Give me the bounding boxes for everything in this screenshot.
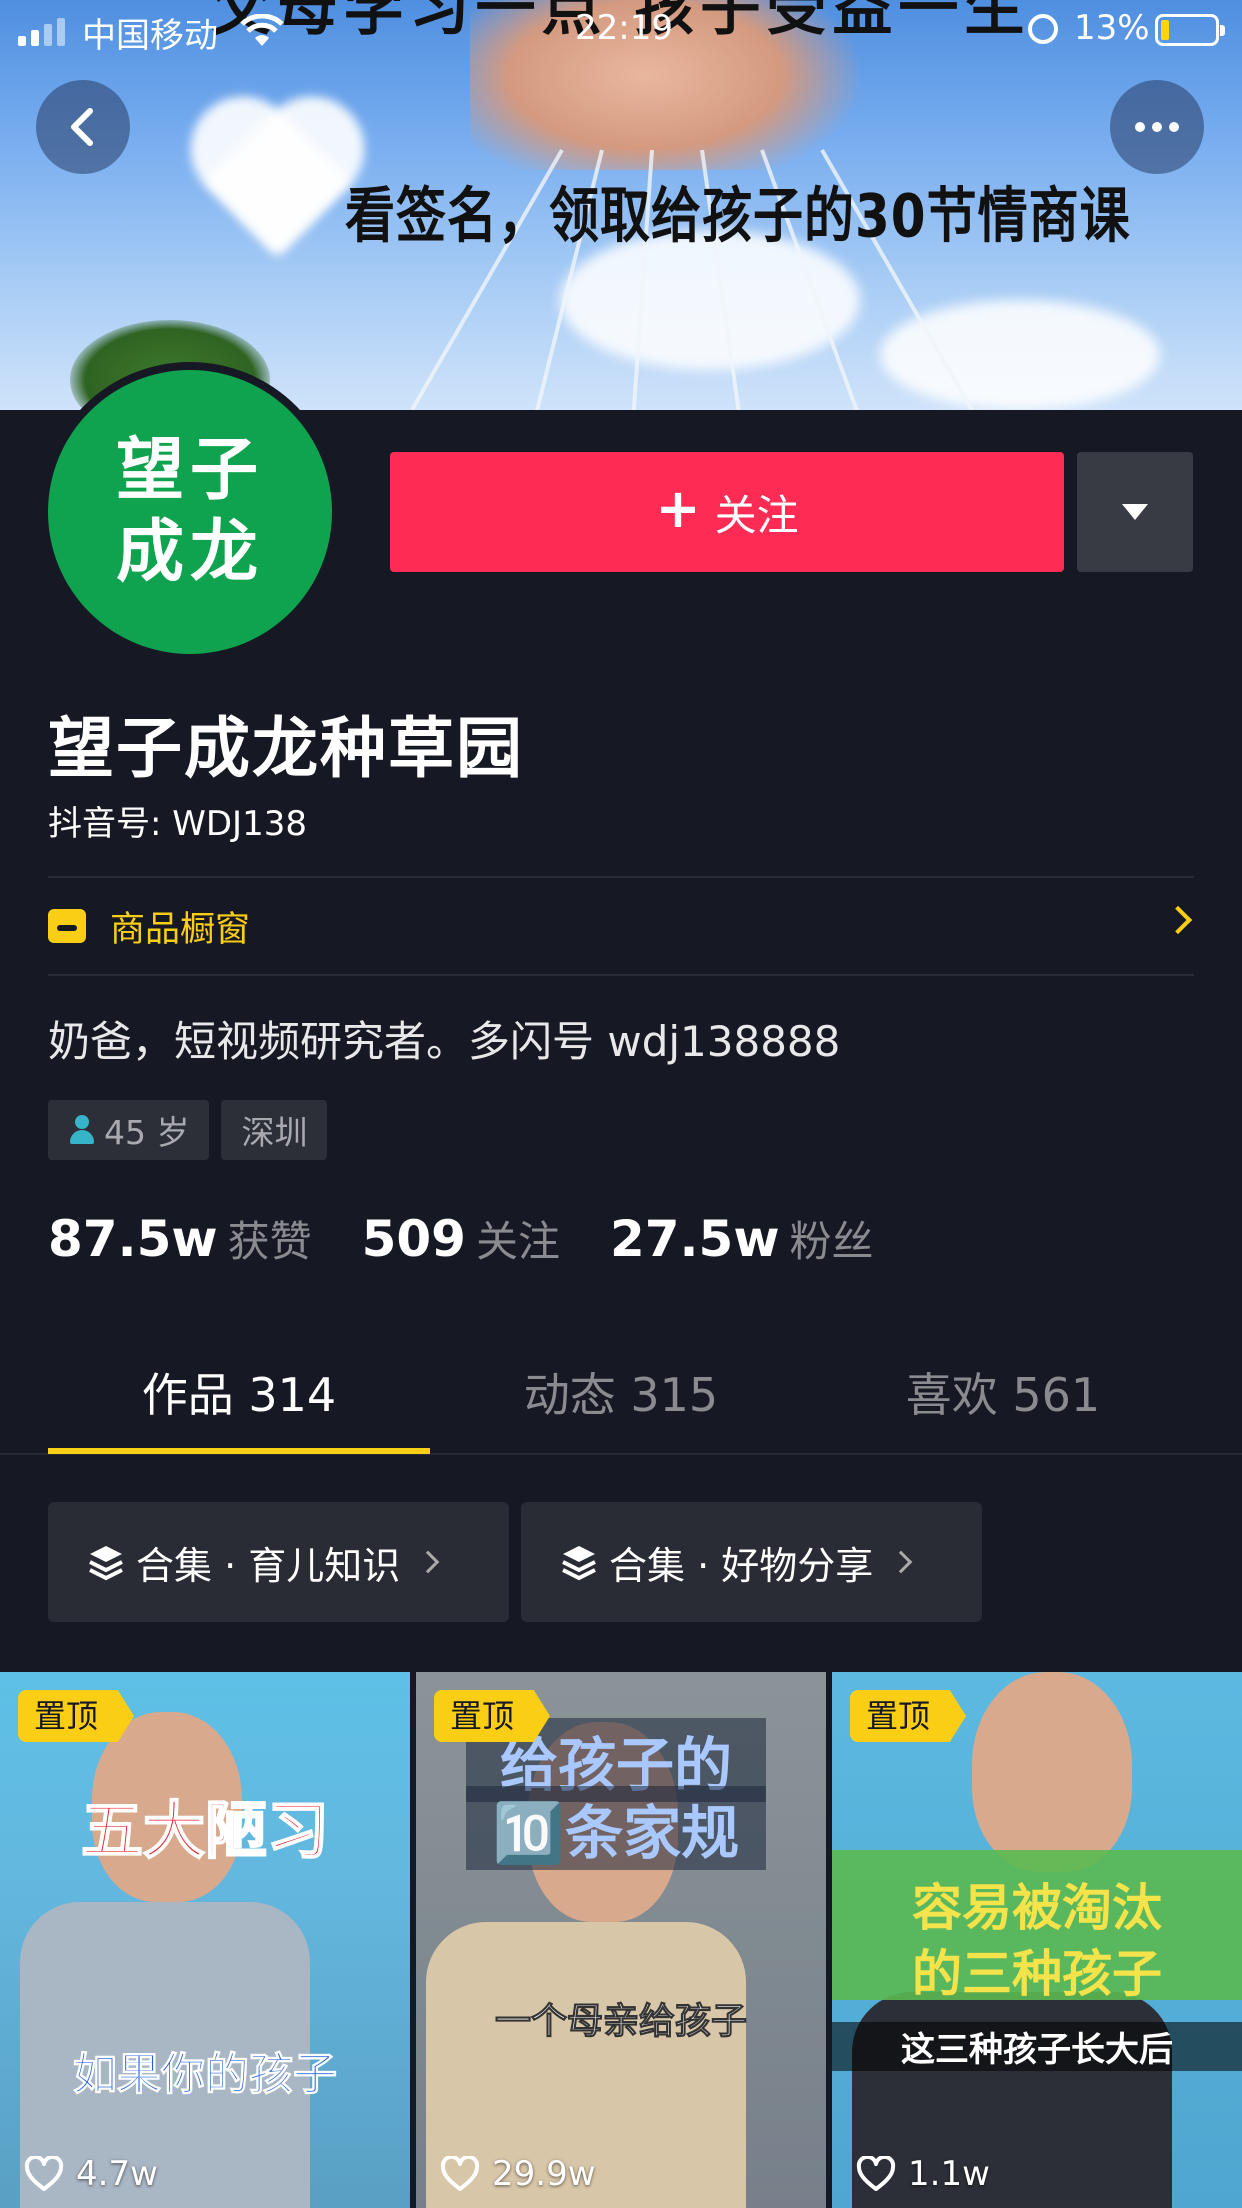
collection-goods[interactable]: 合集 · 好物分享: [521, 1502, 982, 1622]
heart-icon: [440, 2156, 480, 2191]
layers-icon: [89, 1546, 123, 1581]
collection-label: 合集 · 好物分享: [609, 1543, 874, 1588]
video-caption-extra: 这三种孩子长大后: [832, 2022, 1242, 2071]
collection-parenting[interactable]: 合集 · 育儿知识: [48, 1502, 509, 1622]
shop-icon: [48, 909, 86, 943]
video-caption-extra: 一个母亲给孩子: [494, 2001, 747, 2043]
collections-row: 合集 · 育儿知识 合集 · 好物分享: [48, 1502, 982, 1622]
profile-banner: 父母学习一点 孩子受益一生 看签名，领取给孩子的30节情商课: [0, 0, 1242, 410]
more-options-button[interactable]: [1110, 80, 1204, 174]
plus-icon: +: [655, 477, 701, 540]
likes-label[interactable]: 获赞: [228, 1208, 312, 1269]
video-grid: 五大陋习 如果你的孩子 置顶 4.7w 给孩子的 🔟条家规 一个母亲给孩子 置顶…: [0, 1672, 1242, 2208]
banner-subtitle: 看签名，领取给孩子的30节情商课: [345, 181, 1131, 251]
follow-label: 关注: [714, 490, 799, 540]
recommend-dropdown-button[interactable]: [1077, 452, 1193, 572]
video-thumbnail[interactable]: 容易被淘汰 的三种孩子 这三种孩子长大后 置顶 1.1w: [832, 1672, 1242, 2208]
followers-count[interactable]: 27.5w: [610, 1210, 780, 1268]
profile-tabs: 作品 314 动态 315 喜欢 561: [48, 1340, 1194, 1450]
carrier-name: 中国移动: [82, 16, 218, 56]
video-caption-sub: 如果你的孩子: [73, 2049, 338, 2101]
video-likes: 4.7w: [24, 2154, 158, 2194]
likes-count-label: 4.7w: [76, 2154, 158, 2194]
shop-window-row[interactable]: 商品橱窗: [48, 878, 1194, 974]
active-tab-indicator: [48, 1448, 430, 1454]
chevron-right-icon: [889, 1550, 913, 1574]
video-caption-title: 五大陋习: [80, 1793, 330, 1868]
status-time: 22:19: [575, 8, 673, 48]
status-bar: 中国移动 22:19 13%: [0, 0, 1242, 60]
avatar[interactable]: 望子 成龙: [48, 370, 332, 654]
more-dots-icon: [1135, 122, 1179, 132]
battery-icon: [1155, 14, 1225, 46]
tab-activity[interactable]: 动态 315: [430, 1340, 812, 1450]
likes-count-label: 29.9w: [492, 2154, 596, 2194]
caret-down-icon: [1122, 504, 1148, 520]
city-tag: 深圳: [221, 1100, 328, 1160]
following-count[interactable]: 509: [362, 1210, 466, 1268]
pinned-badge: 置顶: [850, 1690, 967, 1742]
wifi-icon: [240, 14, 284, 46]
layers-icon: [562, 1546, 596, 1581]
shop-window-label: 商品橱窗: [110, 909, 251, 950]
likes-count[interactable]: 87.5w: [48, 1210, 218, 1268]
follow-button[interactable]: + 关注: [390, 452, 1064, 572]
pinned-badge: 置顶: [18, 1690, 135, 1742]
profile-tags: 45 岁 深圳: [48, 1100, 328, 1160]
pinned-badge: 置顶: [434, 1690, 551, 1742]
chevron-left-icon: [71, 108, 93, 146]
heart-icon: [24, 2156, 64, 2191]
video-likes: 1.1w: [856, 2154, 990, 2194]
divider: [48, 974, 1194, 976]
following-label[interactable]: 关注: [476, 1208, 560, 1269]
followers-label[interactable]: 粉丝: [790, 1208, 874, 1269]
collection-label: 合集 · 育儿知识: [136, 1543, 401, 1588]
video-caption-sub: 的三种孩子: [912, 1945, 1162, 2003]
video-caption-sub: 🔟条家规: [466, 1786, 766, 1870]
signal-icon: [18, 18, 65, 46]
city-label: 深圳: [241, 1113, 308, 1152]
battery-percent: 13%: [1074, 8, 1150, 48]
video-likes: 29.9w: [440, 2154, 596, 2194]
back-button[interactable]: [36, 80, 130, 174]
douyin-id: 抖音号: WDJ138: [48, 804, 307, 844]
age-tag: 45 岁: [48, 1100, 210, 1160]
banner-cloud: [880, 300, 1160, 410]
video-caption-title: 容易被淘汰: [912, 1879, 1162, 1937]
chevron-right-icon: [1163, 905, 1193, 935]
avatar-text-line2: 成龙: [115, 513, 264, 592]
person-icon: [68, 1115, 96, 1145]
orientation-lock-icon: [1028, 14, 1058, 44]
age-label: 45 岁: [104, 1113, 190, 1152]
video-thumbnail[interactable]: 给孩子的 🔟条家规 一个母亲给孩子 置顶 29.9w: [416, 1672, 826, 2208]
chevron-right-icon: [416, 1550, 440, 1574]
avatar-text-line1: 望子: [115, 431, 264, 511]
person-head: [972, 1672, 1132, 1872]
heart-icon: [856, 2156, 896, 2191]
tab-works[interactable]: 作品 314: [48, 1340, 430, 1450]
video-thumbnail[interactable]: 五大陋习 如果你的孩子 置顶 4.7w: [0, 1672, 410, 2208]
likes-count-label: 1.1w: [908, 2154, 990, 2194]
profile-stats: 87.5w 获赞 509 关注 27.5w 粉丝: [48, 1208, 924, 1269]
profile-name: 望子成龙种草园: [48, 710, 524, 787]
profile-bio: 奶爸，短视频研究者。多闪号 wdj138888: [48, 1017, 841, 1066]
tab-likes[interactable]: 喜欢 561: [812, 1340, 1194, 1450]
